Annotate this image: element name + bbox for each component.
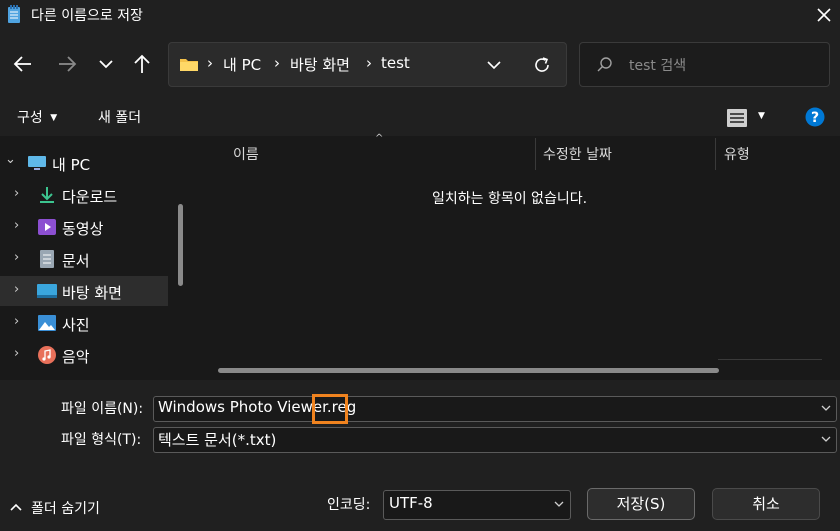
- filetype-label: 파일 형식(T):: [61, 432, 142, 448]
- desktop-icon: [37, 284, 57, 298]
- address-dropdown-chevron-icon[interactable]: [485, 57, 503, 73]
- notepad-icon: [8, 5, 20, 23]
- encoding-value: UTF-8: [389, 494, 433, 512]
- breadcrumb-separator-icon: ›: [366, 54, 372, 72]
- sidebar-item-label: 내 PC: [52, 156, 91, 174]
- organize-button[interactable]: 구성 ▼: [17, 107, 57, 127]
- filename-dropdown-chevron-icon[interactable]: [820, 403, 832, 413]
- cancel-button[interactable]: 취소: [712, 488, 820, 520]
- view-menu-caret-icon[interactable]: ▼: [758, 111, 765, 121]
- breadcrumb-item[interactable]: 내 PC: [223, 54, 261, 75]
- sidebar-item-this-pc[interactable]: ⌄ 내 PC: [0, 148, 168, 178]
- collapsed-chevron-icon[interactable]: ›: [14, 218, 19, 233]
- refresh-icon[interactable]: [532, 55, 552, 75]
- folder-icon: [180, 59, 198, 71]
- sidebar-item-label: 문서: [62, 252, 90, 270]
- computer-icon: [28, 156, 46, 170]
- list-divider: [718, 359, 822, 360]
- empty-folder-message: 일치하는 항목이 없습니다.: [432, 191, 588, 207]
- new-folder-button[interactable]: 새 폴더: [98, 107, 141, 127]
- window-title: 다른 이름으로 저장: [31, 8, 143, 24]
- picture-icon: [38, 315, 56, 331]
- navigation-pane: ⌄ 내 PC › 다운로드 › 동영상 › 문서 › 바탕 화면 › 사진 › …: [0, 136, 193, 380]
- sidebar-item-music[interactable]: › 음악: [0, 340, 168, 370]
- forward-arrow-icon[interactable]: [54, 51, 80, 77]
- recent-locations-chevron-icon[interactable]: [93, 51, 119, 77]
- filetype-value: 텍스트 문서(*.txt): [158, 431, 277, 449]
- sidebar-item-videos[interactable]: › 동영상: [0, 212, 168, 242]
- search-placeholder: test 검색: [629, 58, 687, 74]
- sidebar-item-pictures[interactable]: › 사진: [0, 308, 168, 338]
- view-details-icon[interactable]: [726, 108, 748, 128]
- search-input[interactable]: [579, 42, 830, 87]
- video-icon: [38, 219, 56, 235]
- music-icon: [38, 346, 56, 364]
- sidebar-item-label: 다운로드: [62, 188, 118, 206]
- save-button[interactable]: 저장(S): [587, 488, 695, 520]
- sidebar-item-label: 동영상: [62, 220, 104, 238]
- sidebar-item-downloads[interactable]: › 다운로드: [0, 180, 168, 210]
- close-icon[interactable]: [812, 3, 836, 27]
- encoding-dropdown-chevron-icon[interactable]: [553, 499, 565, 509]
- back-arrow-icon[interactable]: [10, 51, 36, 77]
- column-divider[interactable]: [715, 138, 716, 170]
- sidebar-scrollbar[interactable]: [178, 204, 183, 286]
- collapsed-chevron-icon[interactable]: ›: [14, 314, 19, 329]
- sidebar-item-documents[interactable]: › 문서: [0, 244, 168, 274]
- collapsed-chevron-icon[interactable]: ›: [14, 250, 19, 265]
- expanded-chevron-icon[interactable]: ⌄: [5, 152, 16, 167]
- breadcrumb-item[interactable]: 바탕 화면: [290, 54, 350, 75]
- caret-down-icon: ▼: [50, 113, 58, 123]
- help-icon[interactable]: ?: [805, 107, 825, 127]
- sort-ascending-icon: ^: [375, 133, 384, 144]
- breadcrumb-separator-icon: ›: [207, 54, 213, 72]
- column-header-name[interactable]: 이름: [233, 144, 259, 164]
- sidebar-item-label: 바탕 화면: [62, 284, 122, 302]
- sidebar-item-desktop[interactable]: › 바탕 화면: [0, 276, 168, 306]
- sidebar-item-label: 음악: [62, 348, 90, 366]
- document-icon: [40, 250, 54, 268]
- collapse-chevron-up-icon[interactable]: [9, 501, 23, 513]
- filename-label: 파일 이름(N):: [61, 401, 144, 417]
- hide-folders-button[interactable]: 폴더 숨기기: [31, 498, 100, 518]
- collapsed-chevron-icon[interactable]: ›: [14, 346, 19, 361]
- organize-label: 구성: [17, 110, 43, 126]
- sidebar-item-label: 사진: [62, 316, 90, 334]
- horizontal-scrollbar[interactable]: [218, 368, 719, 373]
- file-list: [193, 136, 840, 380]
- download-icon: [40, 187, 54, 203]
- breadcrumb-item[interactable]: test: [381, 54, 410, 72]
- collapsed-chevron-icon[interactable]: ›: [14, 186, 19, 201]
- svg-text:?: ?: [811, 110, 819, 126]
- column-header-date-modified[interactable]: 수정한 날짜: [543, 144, 612, 164]
- column-header-type[interactable]: 유형: [724, 144, 750, 164]
- column-divider[interactable]: [535, 138, 536, 170]
- up-arrow-icon[interactable]: [129, 51, 155, 77]
- search-icon: [597, 57, 612, 72]
- encoding-label: 인코딩:: [327, 497, 371, 513]
- extension-highlight-box: [312, 394, 348, 424]
- filetype-dropdown-chevron-icon[interactable]: [820, 434, 832, 444]
- breadcrumb-separator-icon: ›: [274, 54, 280, 72]
- collapsed-chevron-icon[interactable]: ›: [14, 282, 19, 297]
